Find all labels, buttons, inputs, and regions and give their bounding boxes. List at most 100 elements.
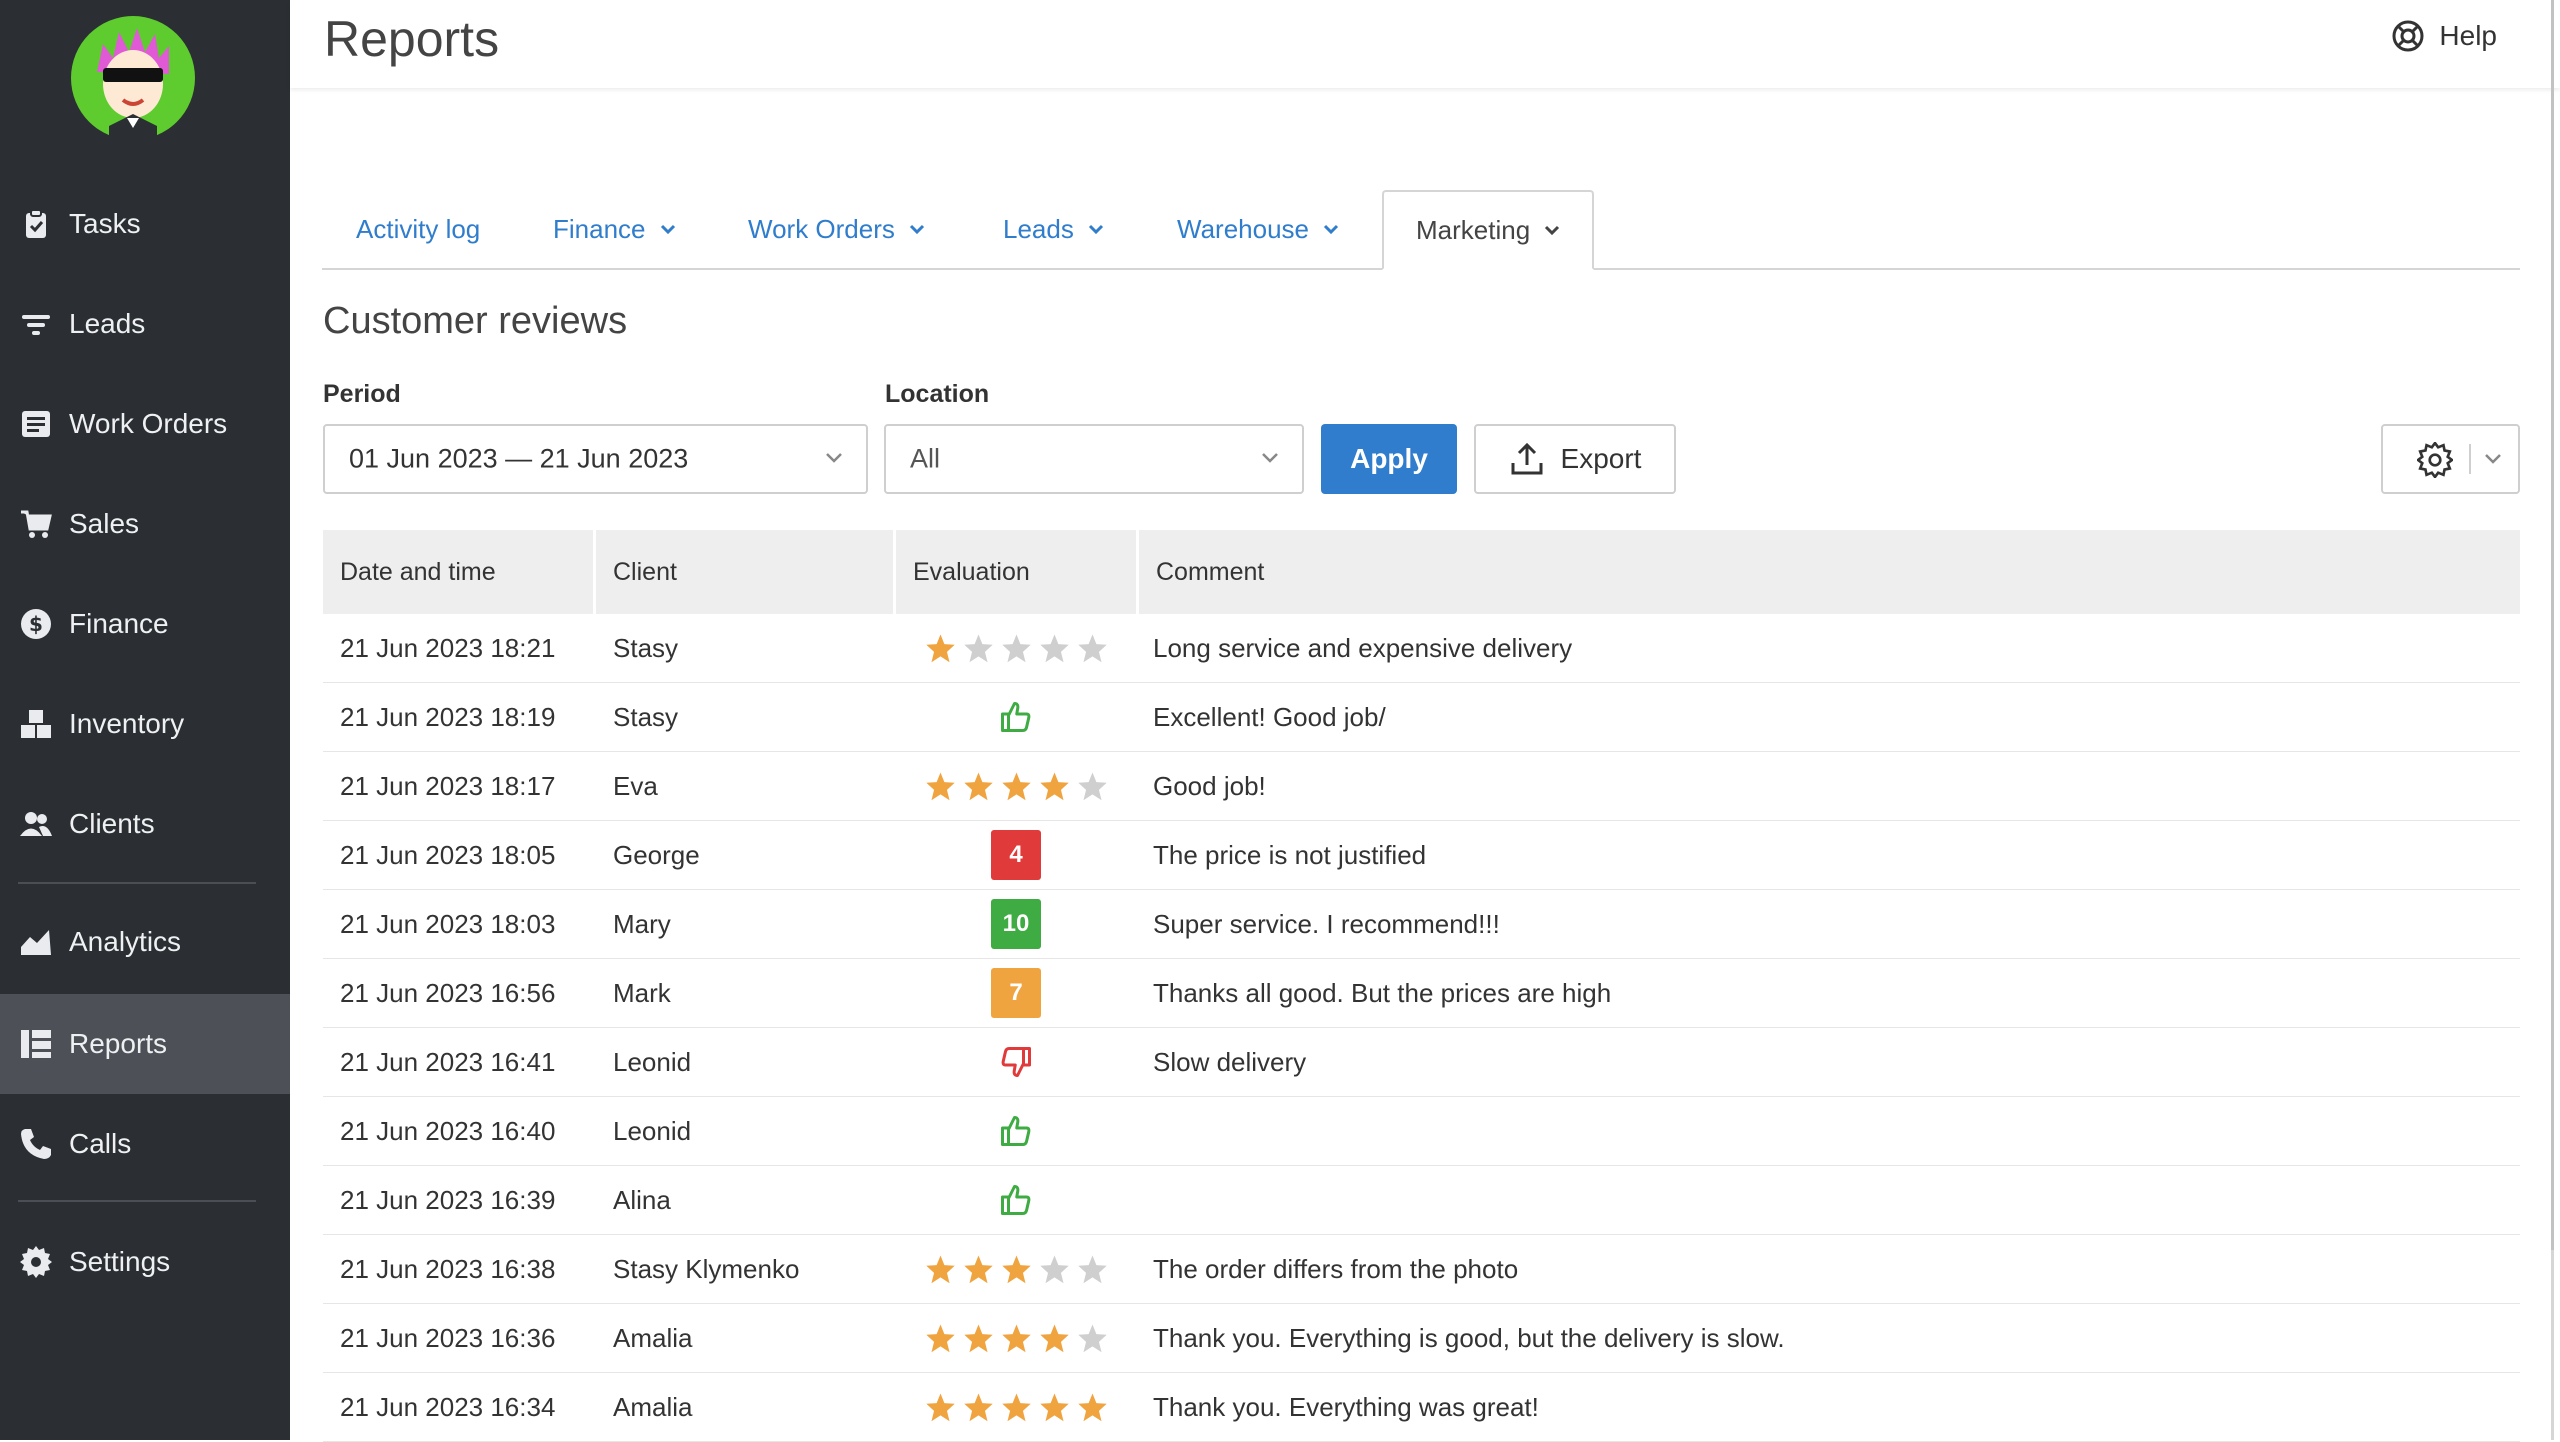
star-icon (1001, 772, 1031, 801)
location-value: All (910, 443, 941, 474)
sidebar-item-label: Calls (69, 1128, 132, 1159)
cell-evaluation (896, 1235, 1136, 1303)
gear-icon (2417, 442, 2453, 478)
scrollbar-thumb[interactable] (2551, 0, 2554, 1250)
cell-evaluation (896, 1028, 1136, 1096)
sidebar-item-settings[interactable]: Settings (0, 1212, 290, 1312)
star-icon (963, 1324, 993, 1353)
table-row[interactable]: 21 Jun 2023 18:05 George 4 The price is not… (323, 821, 2520, 890)
column-header-evaluation[interactable]: Evaluation (896, 530, 1136, 614)
thumbs-up-icon (1001, 1185, 1031, 1215)
chevron-down-icon (1262, 453, 1278, 463)
table-row[interactable]: 21 Jun 2023 18:19 Stasy Excellent! Good jo… (323, 683, 2520, 752)
column-header-comment[interactable]: Comment (1139, 530, 2520, 614)
help-link[interactable]: Help (2391, 18, 2497, 54)
cell-client: Amalia (613, 1322, 693, 1353)
table-row[interactable]: 21 Jun 2023 16:56 Mark 7 Thanks all good. B… (323, 959, 2520, 1028)
column-header-date[interactable]: Date and time (323, 530, 593, 614)
section-title: Customer reviews (323, 300, 628, 342)
tab-work-orders[interactable]: Work Orders (748, 190, 925, 268)
sidebar-item-label: Tasks (69, 208, 141, 239)
sidebar-item-clients[interactable]: Clients (0, 774, 290, 874)
table-row[interactable]: 21 Jun 2023 18:21 Stasy Long service and e… (323, 614, 2520, 683)
star-icon (1039, 1324, 1069, 1353)
sidebar-divider (18, 882, 256, 884)
table-row[interactable]: 21 Jun 2023 16:40 Leonid (323, 1097, 2520, 1166)
chevron-down-icon (826, 453, 842, 463)
table-row[interactable]: 21 Jun 2023 18:17 Eva Good job! (323, 752, 2520, 821)
star-rating (925, 633, 1108, 663)
cell-evaluation (896, 683, 1136, 751)
sidebar-item-label: Inventory (69, 708, 185, 739)
cell-evaluation (896, 1373, 1136, 1441)
sidebar-item-label: Clients (69, 808, 155, 839)
sidebar-item-label: Sales (69, 508, 140, 539)
star-icon (925, 1255, 955, 1284)
cell-comment: The order differs from the photo (1153, 1253, 1519, 1284)
star-rating (925, 771, 1108, 801)
tab-leads[interactable]: Leads (1003, 190, 1104, 268)
table-row[interactable]: 21 Jun 2023 16:39 Alina (323, 1166, 2520, 1235)
cell-evaluation (896, 1097, 1136, 1165)
tab-warehouse[interactable]: Warehouse (1177, 190, 1339, 268)
sidebar-item-tasks[interactable]: Tasks (0, 174, 290, 274)
table-row[interactable]: 21 Jun 2023 16:38 Stasy Klymenko The order… (323, 1235, 2520, 1304)
star-icon (1039, 1393, 1069, 1422)
star-icon (1001, 1324, 1031, 1353)
help-label: Help (2439, 20, 2497, 51)
cell-client: Stasy Klymenko (613, 1253, 800, 1284)
chevron-down-icon (909, 224, 924, 234)
chart-icon (21, 930, 51, 955)
sidebar-item-label: Finance (69, 608, 169, 639)
table-row[interactable]: 21 Jun 2023 16:34 Amalia Thank you. Everyt… (323, 1373, 2520, 1442)
column-header-client[interactable]: Client (596, 530, 893, 614)
sidebar-item-work-orders[interactable]: Work Orders (0, 374, 290, 474)
user-avatar[interactable] (69, 14, 197, 142)
tab-activity-log[interactable]: Activity log (356, 190, 480, 268)
sidebar-item-sales[interactable]: Sales (0, 474, 290, 574)
cell-evaluation (896, 752, 1136, 820)
sidebar-item-reports[interactable]: Reports (0, 994, 290, 1094)
star-icon (1039, 772, 1069, 801)
chevron-down-icon (2485, 454, 2501, 464)
thumbs-up-icon (1001, 702, 1031, 732)
sidebar-item-label: Settings (69, 1246, 171, 1277)
cell-comment: Thank you. Everything was great! (1153, 1391, 1539, 1422)
cell-client: Eva (613, 770, 658, 801)
star-icon (925, 772, 955, 801)
star-icon (1077, 634, 1107, 663)
tab-finance[interactable]: Finance (553, 190, 676, 268)
phone-icon (21, 1129, 51, 1159)
export-button[interactable]: Export (1474, 424, 1676, 494)
location-select[interactable]: All (884, 424, 1304, 494)
lifebuoy-icon (2392, 20, 2424, 52)
filter-icon (22, 315, 50, 335)
sidebar-item-leads[interactable]: Leads (0, 274, 290, 374)
sidebar-item-analytics[interactable]: Analytics (0, 892, 290, 992)
tab-label: Work Orders (748, 213, 895, 244)
cell-client: Leonid (613, 1115, 692, 1146)
apply-button[interactable]: Apply (1321, 424, 1457, 494)
table-row[interactable]: 21 Jun 2023 16:36 Amalia Thank you. Everyt… (323, 1304, 2520, 1373)
table-header: Date and time Client Evaluation Comment (323, 530, 2520, 614)
tab-label: Activity log (356, 213, 481, 244)
tab-marketing[interactable]: Marketing (1382, 190, 1595, 270)
score-badge: 7 (991, 968, 1041, 1018)
period-value: 01 Jun 2023 — 21 Jun 2023 (349, 443, 689, 474)
sidebar-item-finance[interactable]: $ Finance (0, 574, 290, 674)
cell-client: Stasy (613, 632, 679, 663)
cell-evaluation: 10 (896, 890, 1136, 958)
star-icon (925, 634, 955, 663)
table-row[interactable]: 21 Jun 2023 16:41 Leonid Slow delivery (323, 1028, 2520, 1097)
table-settings-button[interactable] (2381, 424, 2520, 494)
table-row[interactable]: 21 Jun 2023 18:03 Mary 10 Super service. I … (323, 890, 2520, 959)
export-label: Export (1560, 443, 1642, 474)
sidebar-item-inventory[interactable]: Inventory (0, 674, 290, 774)
sidebar-item-calls[interactable]: Calls (0, 1094, 290, 1194)
star-icon (925, 1324, 955, 1353)
cell-date: 21 Jun 2023 16:36 (340, 1322, 556, 1353)
star-icon (925, 1393, 955, 1422)
sidebar-divider (18, 1200, 256, 1202)
location-label: Location (885, 380, 990, 408)
period-select[interactable]: 01 Jun 2023 — 21 Jun 2023 (323, 424, 868, 494)
